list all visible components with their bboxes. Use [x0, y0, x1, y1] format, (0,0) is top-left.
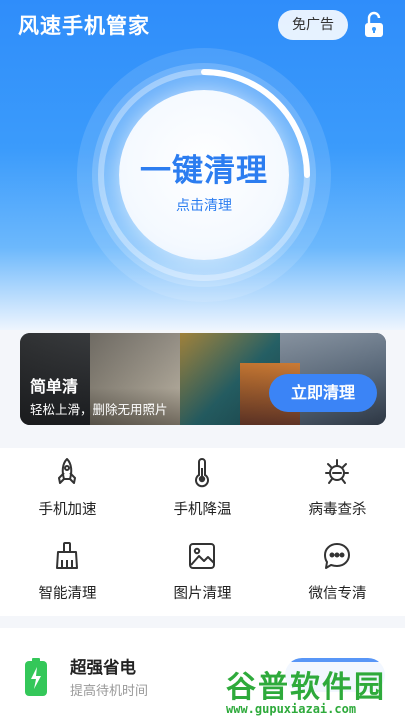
image-icon: [189, 543, 215, 569]
feature-label: 手机加速: [38, 502, 97, 518]
feature-label: 图片清理: [173, 586, 232, 602]
tap-to-clean-label: 点击清理: [176, 198, 232, 214]
rocket-icon: [58, 458, 76, 484]
ad-free-button[interactable]: 免广告: [278, 10, 348, 40]
thermometer-icon: [195, 458, 209, 488]
broom-icon: [56, 542, 78, 569]
battery-charging-icon: [25, 658, 47, 696]
unlock-icon[interactable]: [362, 10, 386, 40]
feature-label: 智能清理: [38, 586, 97, 602]
site-watermark: 谷普软件园 www.gupuxiazai.com: [220, 662, 405, 720]
power-saving-title: 超强省电: [70, 658, 136, 677]
feature-virus-scan[interactable]: 病毒查杀: [270, 448, 405, 532]
app-title: 风速手机管家: [18, 14, 150, 38]
watermark-name: 谷普软件园: [226, 670, 386, 705]
one-click-clean-label: 一键清理: [140, 153, 268, 189]
feature-wechat-clean[interactable]: 微信专清: [270, 532, 405, 616]
hero-section: 风速手机管家 免广告 一键清理 点击清理: [0, 0, 405, 330]
feature-image-clean[interactable]: 图片清理: [135, 532, 270, 616]
feature-smart-clean[interactable]: 智能清理: [0, 532, 135, 616]
feature-phone-boost[interactable]: 手机加速: [0, 448, 135, 532]
watermark-url: www.gupuxiazai.com: [226, 702, 357, 716]
one-click-clean-button[interactable]: 一键清理 点击清理: [76, 47, 332, 303]
chat-bubble-icon: [324, 543, 350, 569]
virus-icon: [325, 459, 349, 484]
feature-label: 病毒查杀: [308, 502, 367, 518]
feature-label: 微信专清: [308, 586, 367, 602]
feature-label: 手机降温: [173, 502, 232, 518]
clean-now-button[interactable]: 立即清理: [269, 374, 377, 412]
photo-clean-banner[interactable]: 简单清 轻松上滑，删除无用照片 立即清理: [20, 333, 386, 425]
banner-subtitle: 轻松上滑，删除无用照片: [30, 402, 168, 417]
feature-grid: 手机加速 手机降温 病毒查杀 智能清理 图片清理 微信专清: [0, 448, 405, 616]
banner-title: 简单清: [30, 377, 79, 396]
feature-phone-cooling[interactable]: 手机降温: [135, 448, 270, 532]
power-saving-subtitle: 提高待机时间: [70, 684, 149, 699]
